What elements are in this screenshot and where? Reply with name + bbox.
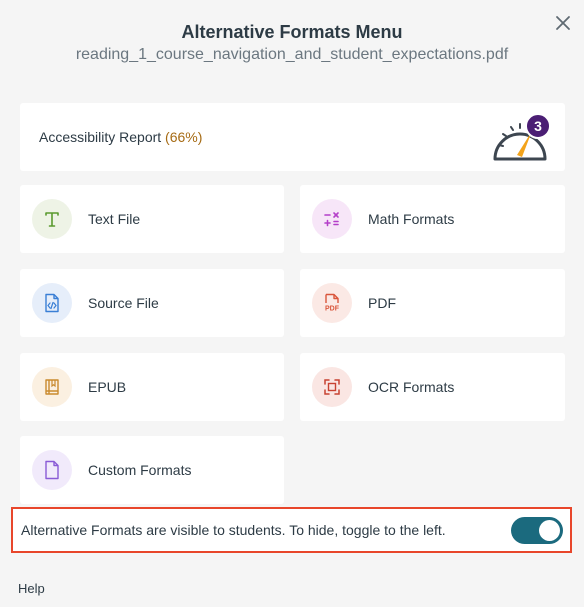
svg-text:PDF: PDF	[325, 306, 340, 313]
math-formats-label: Math Formats	[368, 211, 455, 227]
source-file-icon	[32, 283, 72, 323]
epub-option[interactable]: EPUB	[20, 353, 284, 421]
help-link[interactable]: Help	[18, 581, 45, 596]
custom-formats-option[interactable]: Custom Formats	[20, 436, 284, 504]
source-file-label: Source File	[88, 295, 159, 311]
dialog-title: Alternative Formats Menu	[181, 22, 403, 42]
toggle-knob	[539, 520, 560, 541]
pdf-icon: PDF	[312, 283, 352, 323]
accessibility-report-card[interactable]: Accessibility Report (66%) 3	[20, 103, 565, 171]
ocr-formats-icon	[312, 367, 352, 407]
source-file-option[interactable]: Source File	[20, 269, 284, 337]
text-file-label: Text File	[88, 211, 141, 227]
visibility-message: Alternative Formats are visible to stude…	[21, 522, 446, 538]
pdf-label: PDF	[368, 295, 396, 311]
epub-label: EPUB	[88, 379, 127, 395]
epub-icon	[32, 367, 72, 407]
ocr-formats-label: OCR Formats	[368, 379, 455, 395]
pdf-option[interactable]: PDF PDF	[300, 269, 565, 337]
accessibility-report-label: Accessibility Report (66%)	[39, 129, 203, 145]
math-formats-option[interactable]: Math Formats	[300, 185, 565, 253]
report-badge: 3	[534, 118, 542, 134]
visibility-toggle[interactable]	[511, 517, 563, 544]
accessibility-gauge-icon: 3	[493, 113, 551, 161]
ocr-formats-option[interactable]: OCR Formats	[300, 353, 565, 421]
text-file-icon	[32, 199, 72, 239]
math-formats-icon	[312, 199, 352, 239]
file-name: reading_1_course_navigation_and_student_…	[75, 46, 509, 63]
accessibility-percent: (66%)	[165, 129, 203, 145]
text-file-option[interactable]: Text File	[20, 185, 284, 253]
custom-formats-icon	[32, 450, 72, 490]
student-visibility-panel: Alternative Formats are visible to stude…	[11, 507, 572, 553]
custom-formats-label: Custom Formats	[88, 462, 192, 478]
